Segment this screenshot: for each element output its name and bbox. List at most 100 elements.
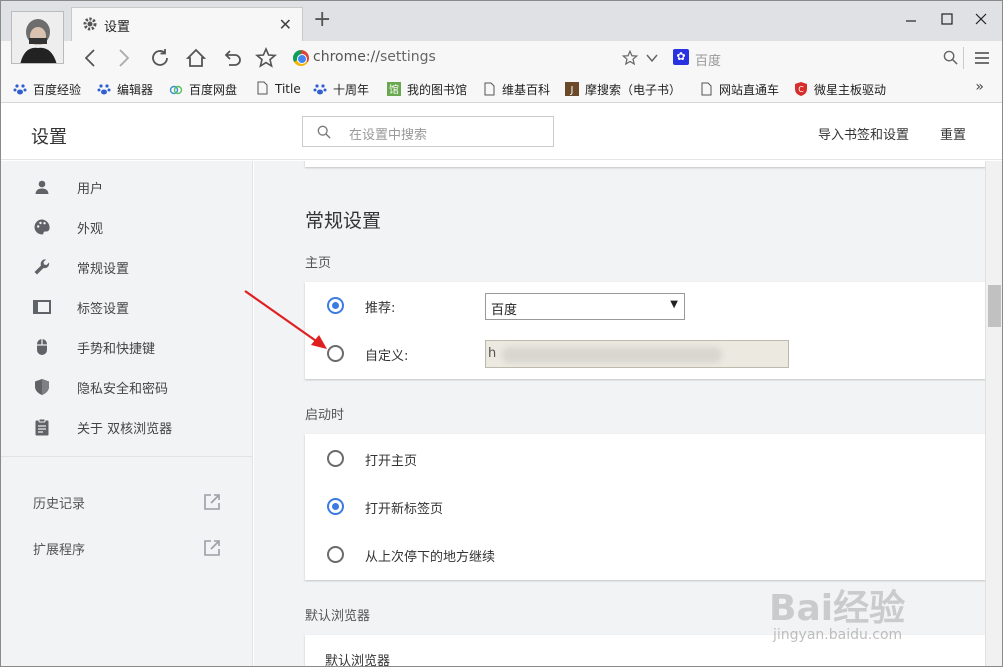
user-avatar[interactable] [11, 11, 64, 64]
svg-text:C: C [798, 85, 804, 94]
address-url: chrome://settings [313, 49, 436, 65]
sidebar-item-history[interactable]: 历史记录 [1, 485, 252, 521]
page-icon [482, 82, 496, 96]
page-star-icon[interactable] [621, 49, 639, 67]
bookmark-item[interactable]: C 微星主板驱动 [794, 81, 886, 99]
blurred-url [502, 347, 722, 363]
search-engine-box[interactable]: ✿ 百度 [669, 45, 961, 71]
search-engine-label: 百度 [695, 54, 722, 69]
maximize-icon[interactable] [937, 9, 957, 29]
watermark-url: jingyan.baidu.com [773, 627, 903, 643]
settings-title: 设置 [31, 127, 67, 148]
reset-link[interactable]: 重置 [940, 124, 966, 143]
settings-header: 设置 在设置中搜索 导入书签和设置 重置 [1, 104, 1002, 160]
bookmark-item[interactable]: 编辑器 [97, 81, 153, 99]
section-title-general: 常规设置 [305, 210, 382, 232]
default-browser-row-label: 默认浏览器 [325, 654, 391, 667]
external-link-icon [204, 494, 220, 510]
paw-icon [97, 82, 111, 96]
bookmarks-bar: 百度经验 编辑器 百度网盘 Title 十周年 馆我的图书馆 维基百科 J 摩搜索… [1, 75, 1002, 103]
sidebar-item-about[interactable]: 关于 双核浏览器 [1, 407, 252, 447]
dropdown-arrow-icon: ▼ [670, 299, 678, 310]
watermark-logo: Bai经验 [769, 588, 906, 629]
new-tab-button[interactable]: + [313, 9, 331, 31]
close-window-icon[interactable] [971, 9, 991, 29]
homepage-custom-label: 自定义: [365, 349, 409, 364]
tab-title: 设置 [104, 20, 131, 35]
back-icon[interactable] [79, 46, 103, 70]
menu-icon[interactable] [974, 50, 990, 66]
bookmark-item[interactable]: 维基百科 [482, 81, 550, 99]
bookmark-item[interactable]: J 摩搜索（电子书） [565, 81, 681, 99]
homepage-label: 主页 [305, 256, 332, 271]
bookmark-item[interactable]: 百度网盘 [169, 81, 237, 99]
startup-home-radio[interactable] [327, 450, 344, 467]
page-icon [699, 82, 713, 96]
bookmark-star-icon[interactable] [254, 46, 278, 70]
wrench-icon [34, 259, 50, 275]
startup-card: 打开主页 打开新标签页 从上次停下的地方继续 [305, 434, 985, 580]
bookmark-item[interactable]: 网站直通车 [699, 81, 779, 99]
bookmark-item[interactable]: 百度经验 [13, 81, 81, 99]
sidebar-item-gestures[interactable]: 手势和快捷键 [1, 327, 252, 367]
person-icon [35, 180, 49, 194]
external-link-icon [204, 540, 220, 556]
scrollbar-thumb[interactable] [988, 285, 1001, 327]
search-icon [317, 125, 331, 139]
startup-continue-radio[interactable] [327, 546, 344, 563]
svg-text:馆: 馆 [389, 83, 399, 96]
bookmark-item[interactable]: Title [255, 81, 301, 99]
sidebar-item-extensions[interactable]: 扩展程序 [1, 531, 252, 567]
j-icon: J [565, 82, 579, 96]
previous-section-card [305, 161, 985, 167]
forward-icon[interactable] [111, 46, 135, 70]
clipboard-icon [35, 418, 49, 436]
address-bar[interactable]: chrome://settings [285, 45, 665, 71]
home-icon[interactable] [184, 46, 208, 70]
chrome-icon [293, 50, 309, 66]
title-bar: 设置 ✕ + [1, 1, 1002, 64]
reload-icon[interactable] [148, 46, 172, 70]
sidebar-item-privacy[interactable]: 隐私安全和密码 [1, 367, 252, 407]
bookmarks-overflow-icon[interactable]: » [975, 79, 984, 95]
homepage-custom-input[interactable]: h [485, 340, 789, 368]
startup-option-continue[interactable]: 从上次停下的地方继续 [305, 531, 985, 579]
paw-icon [313, 82, 327, 96]
startup-label: 启动时 [305, 408, 345, 423]
library-icon: 馆 [387, 82, 401, 96]
gear-icon [83, 17, 97, 31]
startup-newtab-radio[interactable] [327, 498, 344, 515]
homepage-engine-select[interactable]: 百度 ▼ [485, 293, 685, 320]
bookmark-item[interactable]: 十周年 [313, 81, 369, 99]
startup-option-newtab[interactable]: 打开新标签页 [305, 483, 985, 531]
homepage-card: 推荐: 百度 ▼ 自定义: h [305, 282, 985, 379]
toolbar-divider [963, 47, 964, 69]
mouse-icon [37, 339, 47, 355]
startup-option-home[interactable]: 打开主页 [305, 435, 985, 483]
sidebar: 用户 外观 常规设置 标签设置 手势和快捷键 隐私安全和密码 关于 双核浏览器 [1, 161, 253, 666]
settings-search-input[interactable]: 在设置中搜索 [302, 116, 554, 147]
shield-red-icon: C [794, 82, 808, 96]
sidebar-item-general[interactable]: 常规设置 [1, 247, 252, 287]
baidu-paw-icon: ✿ [673, 49, 689, 65]
homepage-recommend-row: 推荐: 百度 ▼ [305, 282, 985, 330]
import-bookmarks-link[interactable]: 导入书签和设置 [818, 124, 909, 143]
paw-icon [13, 82, 27, 96]
sidebar-item-tabs[interactable]: 标签设置 [1, 287, 252, 327]
minimize-icon[interactable] [901, 9, 921, 29]
chevron-down-icon[interactable] [645, 51, 659, 65]
sidebar-item-appearance[interactable]: 外观 [1, 207, 252, 247]
cloud-icon [169, 82, 183, 96]
search-icon[interactable] [943, 50, 958, 65]
default-browser-label: 默认浏览器 [305, 609, 371, 624]
avatar-image [12, 12, 63, 63]
toolbar: chrome://settings ✿ 百度 [1, 41, 1002, 75]
sidebar-divider [1, 456, 252, 457]
browser-window: 设置 ✕ + chrome://settings ✿ 百度 百度经验 编辑器 百… [0, 0, 1003, 667]
undo-close-tab-icon[interactable] [220, 46, 244, 70]
tab-settings[interactable]: 设置 ✕ [71, 7, 303, 41]
bookmark-item[interactable]: 馆我的图书馆 [387, 81, 467, 99]
annotation-arrow-icon [244, 290, 327, 349]
sidebar-item-user[interactable]: 用户 [1, 167, 252, 207]
tab-close-icon[interactable]: ✕ [279, 15, 292, 34]
